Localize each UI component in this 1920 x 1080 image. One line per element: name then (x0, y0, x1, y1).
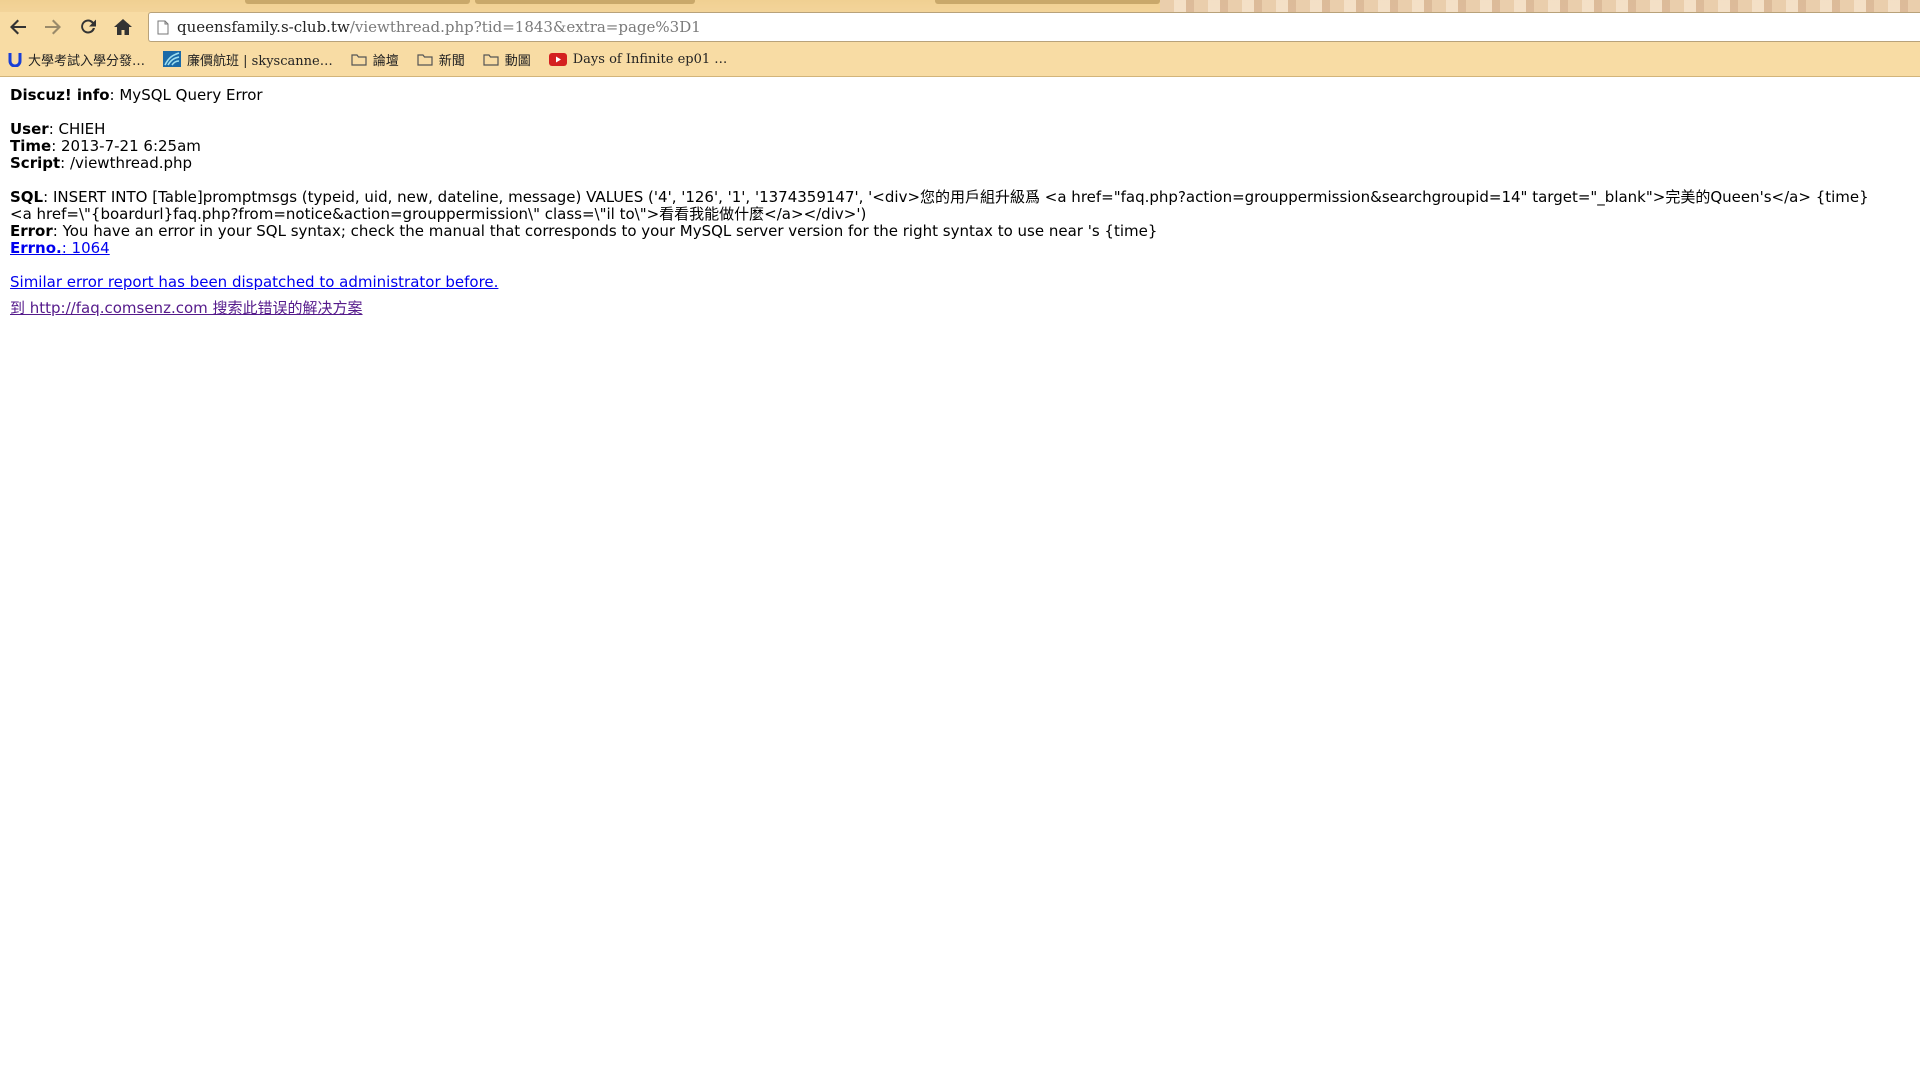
page-icon (157, 20, 169, 35)
bookmark-folder[interactable]: 論壇 (351, 50, 399, 69)
error-value: : You have an error in your SQL syntax; … (52, 222, 1158, 240)
folder-icon (351, 53, 367, 66)
bookmark-label: 動圖 (504, 53, 531, 69)
error-line: Error: You have an error in your SQL syn… (10, 223, 1910, 240)
dispatched-line: Similar error report has been dispatched… (10, 274, 1910, 291)
bookmark-folder[interactable]: 動圖 (483, 50, 531, 69)
dispatched-link[interactable]: Similar error report has been dispatched… (10, 273, 498, 291)
u-logo-icon (8, 51, 22, 67)
theme-artwork (1160, 0, 1920, 12)
url-path: /viewthread.php?tid=1843&extra=page%3D1 (349, 18, 701, 36)
sql-value-continued: <a href=\"{boardurl}faq.php?from=notice&… (10, 205, 867, 223)
forward-arrow-icon (45, 19, 61, 35)
sql-line: SQL: INSERT INTO [Table]promptmsgs (type… (10, 189, 1890, 223)
bookmark-item[interactable]: 廉價航班 | skyscanne… (163, 50, 333, 69)
folder-icon (417, 53, 433, 66)
time-line: Time: 2013-7-21 6:25am (10, 138, 1910, 155)
address-bar[interactable]: queensfamily.s-club.tw/viewthread.php?ti… (148, 12, 1920, 42)
back-button[interactable] (1, 12, 35, 42)
browser-chrome: queensfamily.s-club.tw/viewthread.php?ti… (0, 0, 1920, 77)
url-host: queensfamily.s-club.tw (177, 18, 350, 36)
script-line: Script: /viewthread.php (10, 155, 1910, 172)
bookmarks-bar: 大學考試入學分發… 廉價航班 | skyscanne… 論壇 新聞 動圖 Day… (0, 42, 1920, 76)
error-label: Error (10, 222, 53, 240)
bookmark-item[interactable]: 大學考試入學分發… (8, 50, 145, 69)
bookmark-label: 論壇 (372, 53, 399, 69)
errno-value: : 1064 (61, 239, 110, 257)
bookmark-folder[interactable]: 新聞 (417, 50, 465, 69)
bookmark-label: 大學考試入學分發… (28, 53, 146, 69)
faq-link[interactable]: 到 http://faq.comsenz.com 搜索此错误的解决方案 (10, 299, 363, 317)
errno-link[interactable]: Errno.: 1064 (10, 239, 110, 257)
reload-button[interactable] (71, 12, 105, 42)
tab[interactable] (245, 0, 470, 4)
error-title-text: : MySQL Query Error (109, 86, 263, 104)
navigation-bar: queensfamily.s-club.tw/viewthread.php?ti… (0, 12, 1920, 42)
sql-value: : INSERT INTO [Table]promptmsgs (typeid,… (43, 188, 1869, 206)
script-label: Script (10, 154, 61, 172)
home-button[interactable] (106, 12, 140, 42)
errno-label: Errno. (10, 239, 62, 257)
reload-icon (81, 19, 96, 34)
home-icon (114, 19, 132, 35)
user-line: User: CHIEH (10, 121, 1910, 138)
back-arrow-icon (10, 19, 26, 35)
time-label: Time (10, 137, 52, 155)
url-text[interactable]: queensfamily.s-club.tw/viewthread.php?ti… (177, 18, 701, 36)
tab-strip (0, 0, 1920, 12)
script-value: : /viewthread.php (60, 154, 193, 172)
bookmark-label: Days of Infinite ep01 … (572, 51, 728, 67)
tab[interactable] (475, 0, 695, 4)
errno-line: Errno.: 1064 (10, 240, 1910, 257)
youtube-icon (548, 52, 567, 66)
time-value: : 2013-7-21 6:25am (51, 137, 201, 155)
sql-label: SQL (10, 188, 44, 206)
error-title-label: Discuz! info (10, 86, 110, 104)
error-title: Discuz! info: MySQL Query Error (10, 87, 1910, 104)
forward-button[interactable] (36, 12, 70, 42)
bookmark-label: 廉價航班 | skyscanne… (187, 53, 333, 69)
user-value: : CHIEH (48, 120, 106, 138)
user-label: User (10, 120, 49, 138)
bookmark-item[interactable]: Days of Infinite ep01 … (548, 51, 728, 67)
skyscanner-icon (163, 51, 182, 67)
tab[interactable] (935, 0, 1160, 4)
error-page: Discuz! info: MySQL Query Error User: CH… (0, 77, 1920, 327)
bookmark-label: 新聞 (438, 53, 465, 69)
faq-line: 到 http://faq.comsenz.com 搜索此错误的解决方案 (10, 300, 1910, 317)
folder-icon (483, 53, 499, 66)
